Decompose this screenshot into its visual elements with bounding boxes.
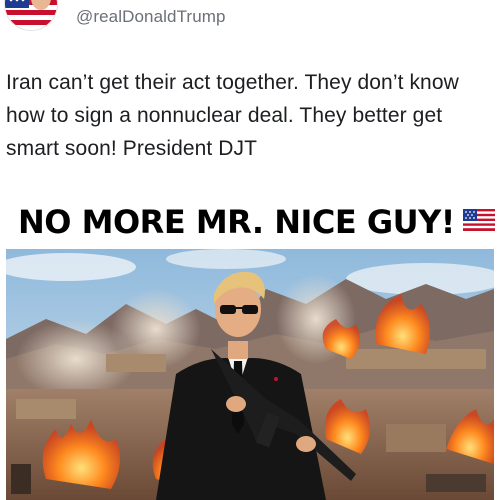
post-body-text: Iran can’t get their act together. They … [6, 71, 459, 160]
meme-image[interactable] [6, 249, 494, 500]
user-avatar[interactable] [5, 0, 57, 30]
meme-caption-text: NO MORE MR. NICE GUY! [18, 203, 455, 241]
battle-scene-illustration [6, 249, 494, 500]
user-handle[interactable]: @realDonaldTrump [76, 7, 226, 27]
truth-social-post: @realDonaldTrump Iran can’t get their ac… [0, 0, 500, 500]
us-flag-icon [462, 208, 495, 236]
meme-caption: NO MORE MR. NICE GUY! [18, 200, 495, 244]
avatar-flag-icon [5, 0, 57, 30]
